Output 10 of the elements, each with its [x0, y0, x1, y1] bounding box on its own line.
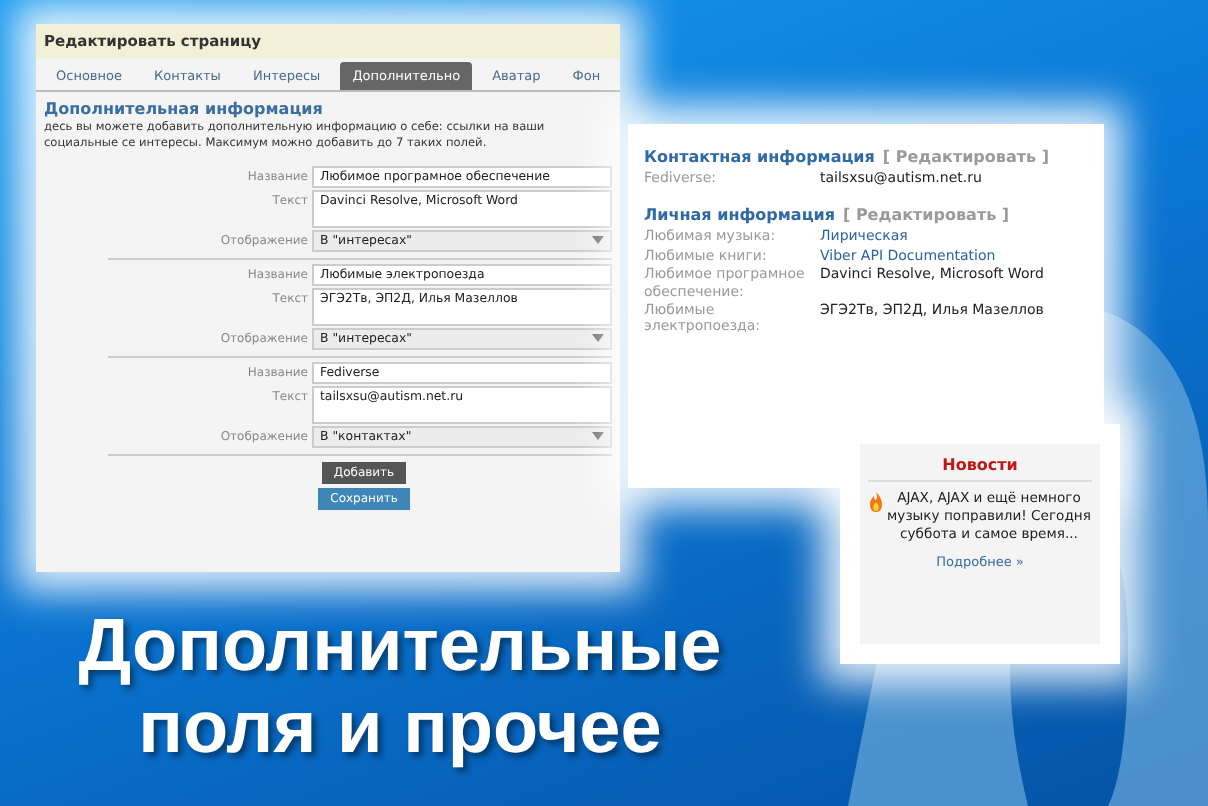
- caret-icon: [592, 236, 604, 245]
- section-title: Контактная информация: [644, 148, 875, 166]
- caret-icon: [592, 432, 604, 441]
- fire-icon: [868, 492, 884, 512]
- news-title: Новости: [868, 456, 1092, 482]
- caret-icon: [592, 334, 604, 343]
- section-title: Личная информация: [644, 206, 835, 225]
- headline-text: поля и прочее: [138, 686, 662, 770]
- headline-text: Дополнительные: [78, 604, 722, 687]
- section-title: Дополнительная информация: [42, 98, 325, 121]
